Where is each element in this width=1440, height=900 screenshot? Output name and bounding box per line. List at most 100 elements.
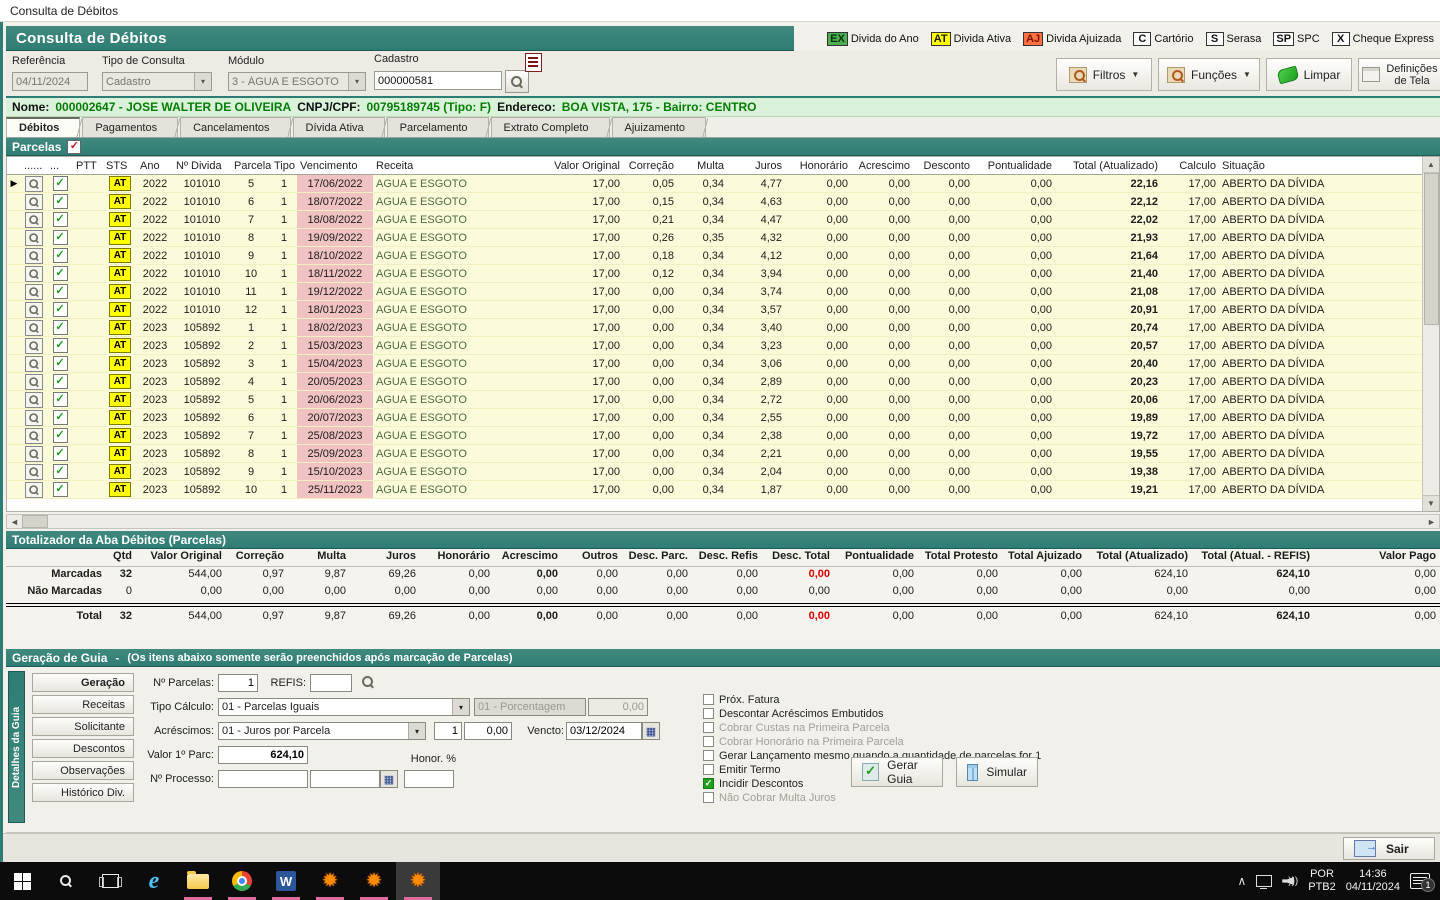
grid-header-cell[interactable]: Situação bbox=[1219, 157, 1439, 174]
filtros-button[interactable]: Filtros ▼ bbox=[1056, 58, 1152, 91]
chevron-up-icon[interactable]: ∧ bbox=[1237, 874, 1246, 888]
definicoes-tela-button[interactable]: Definições de Tela bbox=[1358, 58, 1440, 91]
n-processo-input[interactable] bbox=[218, 770, 308, 788]
grid-header-cell[interactable]: ... bbox=[47, 157, 73, 174]
row-magnifier-button[interactable] bbox=[25, 337, 43, 354]
guia-button-solicitante[interactable]: Solicitante bbox=[32, 717, 134, 736]
table-row[interactable]: ✓ AT 2022 101010 12 1 18/01/2023 AGUA E ESGOTO 1… bbox=[7, 301, 1439, 319]
acrescimos-select[interactable]: 01 - Juros por Parcela ▾ bbox=[218, 722, 426, 740]
clock[interactable]: 14:36 04/11/2024 bbox=[1346, 868, 1400, 894]
vertical-scroll-thumb[interactable] bbox=[1424, 173, 1439, 325]
row-magnifier-button[interactable] bbox=[25, 481, 43, 498]
grid-header-cell[interactable]: Vencimento bbox=[297, 157, 373, 174]
referencia-field[interactable]: 04/11/2024 bbox=[12, 72, 88, 91]
table-row[interactable]: ✓ AT 2023 105892 10 1 25/11/2023 AGUA E ESGOTO 1… bbox=[7, 481, 1439, 499]
cadastro-search-button[interactable] bbox=[505, 70, 529, 93]
n-parcelas-input[interactable] bbox=[218, 674, 258, 692]
grid-header-cell[interactable]: Desconto bbox=[913, 157, 973, 174]
chrome-icon[interactable] bbox=[220, 862, 264, 900]
row-checkbox[interactable]: ✓ bbox=[52, 302, 68, 317]
row-checkbox[interactable]: ✓ bbox=[52, 230, 68, 245]
table-row[interactable]: ✓ AT 2023 105892 2 1 15/03/2023 AGUA E ESGOTO 17… bbox=[7, 337, 1439, 355]
refis-search-icon[interactable] bbox=[362, 676, 374, 688]
row-magnifier-button[interactable] bbox=[25, 391, 43, 408]
table-row[interactable]: ✓ AT 2022 101010 6 1 18/07/2022 AGUA E ESGOTO 17… bbox=[7, 193, 1439, 211]
tab-cancelamentos[interactable]: Cancelamentos bbox=[180, 117, 297, 137]
row-checkbox[interactable]: ✓ bbox=[52, 266, 68, 281]
row-magnifier-button[interactable] bbox=[25, 445, 43, 462]
table-row[interactable]: ✓ AT 2023 105892 8 1 25/09/2023 AGUA E ESGOTO 17… bbox=[7, 445, 1439, 463]
row-magnifier-button[interactable] bbox=[25, 211, 43, 228]
grid-header-cell[interactable]: Total (Atualizado) bbox=[1055, 157, 1161, 174]
grid-header-cell[interactable]: Acrescimo bbox=[851, 157, 913, 174]
guia-option-checkbox[interactable]: ✓ bbox=[703, 778, 714, 789]
horizontal-scroll-thumb[interactable] bbox=[22, 515, 48, 528]
grid-header-cell[interactable]: ...... bbox=[21, 157, 47, 174]
row-magnifier-button[interactable] bbox=[25, 409, 43, 426]
calendar-icon[interactable]: ▦ bbox=[642, 722, 660, 740]
row-checkbox[interactable]: ✓ bbox=[52, 212, 68, 227]
funcoes-button[interactable]: Funções ▼ bbox=[1158, 58, 1260, 91]
honor-input[interactable] bbox=[404, 770, 454, 788]
table-row[interactable]: ✓ AT 2022 101010 8 1 19/09/2022 AGUA E ESGOTO 17… bbox=[7, 229, 1439, 247]
chevron-down-icon[interactable]: ▾ bbox=[348, 73, 365, 90]
grid-header-cell[interactable]: Correção bbox=[623, 157, 677, 174]
word-icon[interactable]: W bbox=[264, 862, 308, 900]
limpar-button[interactable]: Limpar bbox=[1266, 58, 1352, 91]
cadastro-input[interactable]: 000000581 bbox=[374, 71, 502, 90]
row-magnifier-button[interactable] bbox=[25, 229, 43, 246]
app-icon-3[interactable]: ✹ bbox=[396, 862, 440, 900]
guia-button-gera-o[interactable]: Geração bbox=[32, 673, 134, 692]
table-row[interactable]: ▶ ✓ AT 2022 101010 5 1 17/06/2022 AGUA E ESGOTO 1… bbox=[7, 175, 1439, 193]
table-row[interactable]: ✓ AT 2023 105892 5 1 20/06/2023 AGUA E ESGOTO 17… bbox=[7, 391, 1439, 409]
guia-option-checkbox[interactable] bbox=[703, 764, 714, 775]
guia-button-observa-es[interactable]: Observações bbox=[32, 761, 134, 780]
tipo-calculo-select[interactable]: 01 - Parcelas Iguais ▾ bbox=[218, 698, 470, 716]
tab-d-vida-ativa[interactable]: Dívida Ativa bbox=[292, 117, 390, 137]
grid-header-cell[interactable]: PTT bbox=[73, 157, 103, 174]
scroll-right-arrow[interactable]: ► bbox=[1424, 517, 1439, 527]
ie-icon[interactable]: e bbox=[132, 862, 176, 900]
row-checkbox[interactable]: ✓ bbox=[52, 428, 68, 443]
row-checkbox[interactable]: ✓ bbox=[52, 464, 68, 479]
app-icon-2[interactable]: ✹ bbox=[352, 862, 396, 900]
grid-header-cell[interactable]: Tipo bbox=[271, 157, 297, 174]
vencto-input[interactable] bbox=[566, 722, 642, 740]
row-magnifier-button[interactable] bbox=[25, 427, 43, 444]
grid-header-cell[interactable]: Calculo bbox=[1161, 157, 1219, 174]
row-checkbox[interactable]: ✓ bbox=[52, 176, 68, 191]
search-icon[interactable] bbox=[44, 862, 88, 900]
row-magnifier-button[interactable] bbox=[25, 373, 43, 390]
table-row[interactable]: ✓ AT 2023 105892 4 1 20/05/2023 AGUA E ESGOTO 17… bbox=[7, 373, 1439, 391]
tab-pagamentos[interactable]: Pagamentos bbox=[82, 117, 183, 137]
cadastro-list-icon[interactable] bbox=[525, 53, 542, 72]
table-row[interactable]: ✓ AT 2022 101010 11 1 19/12/2022 AGUA E ESGOTO 1… bbox=[7, 283, 1439, 301]
grid-header-cell[interactable]: Juros bbox=[727, 157, 785, 174]
chevron-down-icon[interactable]: ▾ bbox=[408, 723, 425, 739]
guia-option-checkbox[interactable] bbox=[703, 750, 714, 761]
grid-header-cell[interactable]: Receita bbox=[373, 157, 523, 174]
network-icon[interactable] bbox=[1256, 875, 1273, 889]
horizontal-scrollbar[interactable]: ◄ ► bbox=[6, 514, 1440, 529]
row-checkbox[interactable]: ✓ bbox=[52, 194, 68, 209]
table-row[interactable]: ✓ AT 2023 105892 9 1 15/10/2023 AGUA E ESGOTO 17… bbox=[7, 463, 1439, 481]
row-checkbox[interactable]: ✓ bbox=[52, 410, 68, 425]
valor-1-parc-input[interactable] bbox=[218, 746, 308, 764]
table-row[interactable]: ✓ AT 2023 105892 3 1 15/04/2023 AGUA E ESGOTO 17… bbox=[7, 355, 1439, 373]
sair-button[interactable]: Sair bbox=[1343, 837, 1435, 860]
speaker-icon[interactable]: ))) bbox=[1282, 876, 1298, 887]
row-checkbox[interactable]: ✓ bbox=[52, 446, 68, 461]
table-row[interactable]: ✓ AT 2023 105892 6 1 20/07/2023 AGUA E ESGOTO 17… bbox=[7, 409, 1439, 427]
chevron-down-icon[interactable]: ▾ bbox=[194, 73, 211, 90]
row-checkbox[interactable]: ✓ bbox=[52, 338, 68, 353]
row-checkbox[interactable]: ✓ bbox=[52, 392, 68, 407]
task-view-icon[interactable] bbox=[88, 862, 132, 900]
tab-extrato-completo[interactable]: Extrato Completo bbox=[490, 117, 615, 137]
tab-ajuizamento[interactable]: Ajuizamento bbox=[611, 117, 711, 137]
table-row[interactable]: ✓ AT 2022 101010 10 1 18/11/2022 AGUA E ESGOTO 1… bbox=[7, 265, 1439, 283]
grid-header-cell[interactable]: Honorário bbox=[785, 157, 851, 174]
row-magnifier-button[interactable] bbox=[25, 463, 43, 480]
row-checkbox[interactable]: ✓ bbox=[52, 248, 68, 263]
modulo-select[interactable]: 3 - ÁGUA E ESGOTO ▾ bbox=[228, 72, 366, 91]
row-checkbox[interactable]: ✓ bbox=[52, 374, 68, 389]
